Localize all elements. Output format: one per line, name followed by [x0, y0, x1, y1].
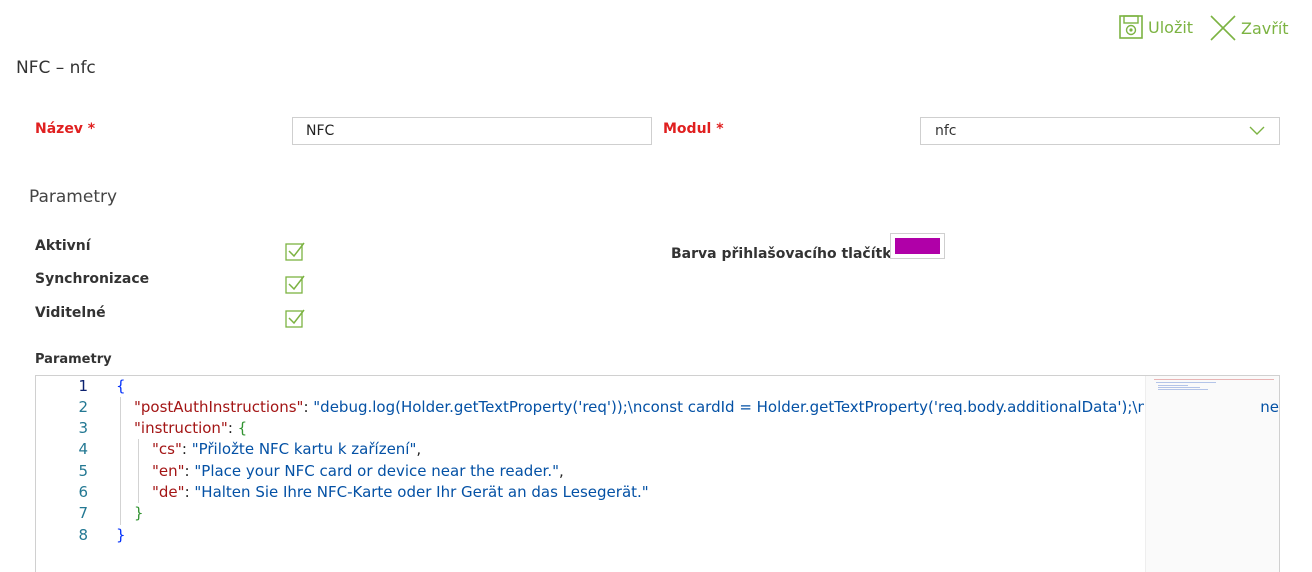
- line-number: 2: [78, 398, 88, 416]
- json-value: "Halten Sie Ihre NFC-Karte oder Ihr Gerä…: [194, 483, 649, 501]
- button-color-label: Barva přihlašovacího tlačítka: [671, 246, 901, 262]
- line-number-gutter: 1 2 3 4 5 6 7 8: [36, 376, 96, 572]
- visible-label: Viditelné: [35, 305, 106, 321]
- indent-guide: [138, 439, 139, 503]
- line-number: 7: [78, 504, 88, 522]
- code-line-2: "postAuthInstructions": "debug.log(Holde…: [134, 397, 1144, 418]
- module-select-value: nfc: [935, 123, 957, 139]
- page-title: NFC – nfc: [16, 58, 96, 78]
- close-label: Zavřít: [1241, 18, 1289, 38]
- line-number: 3: [78, 419, 88, 437]
- active-label: Aktivní: [35, 238, 91, 254]
- name-input[interactable]: [292, 117, 652, 145]
- json-key: "instruction": [134, 419, 228, 437]
- code-line-6: "de": "Halten Sie Ihre NFC-Karte oder Ih…: [152, 483, 649, 501]
- color-swatch-fill: [895, 238, 940, 254]
- visible-checkbox[interactable]: [285, 308, 305, 328]
- code-editor[interactable]: 1 2 3 4 5 6 7 8 { "postAuthInstructions"…: [35, 375, 1280, 572]
- chevron-down-icon: [1249, 126, 1265, 135]
- code-area[interactable]: { "postAuthInstructions": "debug.log(Hol…: [116, 376, 1144, 572]
- save-button[interactable]: Uložit: [1118, 14, 1193, 40]
- line-number: 1: [78, 377, 88, 395]
- json-key: "cs": [152, 440, 182, 458]
- editor-minimap[interactable]: ne: [1145, 376, 1279, 572]
- module-select[interactable]: nfc: [920, 117, 1280, 145]
- code-line-4: "cs": "Přiložte NFC kartu k zařízení",: [152, 440, 422, 458]
- code-line-5: "en": "Place your NFC card or device nea…: [152, 462, 564, 480]
- close-icon: [1210, 15, 1236, 41]
- line-number: 6: [78, 483, 88, 501]
- json-key: "postAuthInstructions": [134, 398, 304, 416]
- json-value: "debug.log(Holder.getTextProperty('req')…: [313, 398, 1144, 416]
- section-title: Parametry: [29, 187, 118, 207]
- json-value: "Přiložte NFC kartu k zařízení": [191, 440, 417, 458]
- active-checkbox[interactable]: [285, 241, 305, 261]
- line-number: 4: [78, 440, 88, 458]
- name-label: Název *: [35, 121, 96, 137]
- code-line-8: }: [116, 526, 126, 544]
- button-color-picker[interactable]: [890, 233, 945, 259]
- code-line-1: {: [116, 377, 126, 395]
- indent-guide: [120, 397, 121, 525]
- json-key: "en": [152, 462, 185, 480]
- module-label: Modul *: [663, 121, 724, 137]
- line-number: 5: [78, 462, 88, 480]
- json-key: "de": [152, 483, 185, 501]
- overflow-text: ne: [1260, 398, 1279, 416]
- save-label: Uložit: [1148, 17, 1194, 37]
- json-value: "Place your NFC card or device near the …: [194, 462, 560, 480]
- sync-label: Synchronizace: [35, 271, 150, 287]
- code-line-3: "instruction": {: [134, 419, 248, 437]
- close-button[interactable]: Zavřít: [1209, 14, 1289, 42]
- line-number: 8: [78, 526, 88, 544]
- code-line-7: }: [134, 504, 144, 522]
- sync-checkbox[interactable]: [285, 274, 305, 294]
- editor-label: Parametry: [35, 352, 112, 367]
- save-icon: [1119, 15, 1143, 39]
